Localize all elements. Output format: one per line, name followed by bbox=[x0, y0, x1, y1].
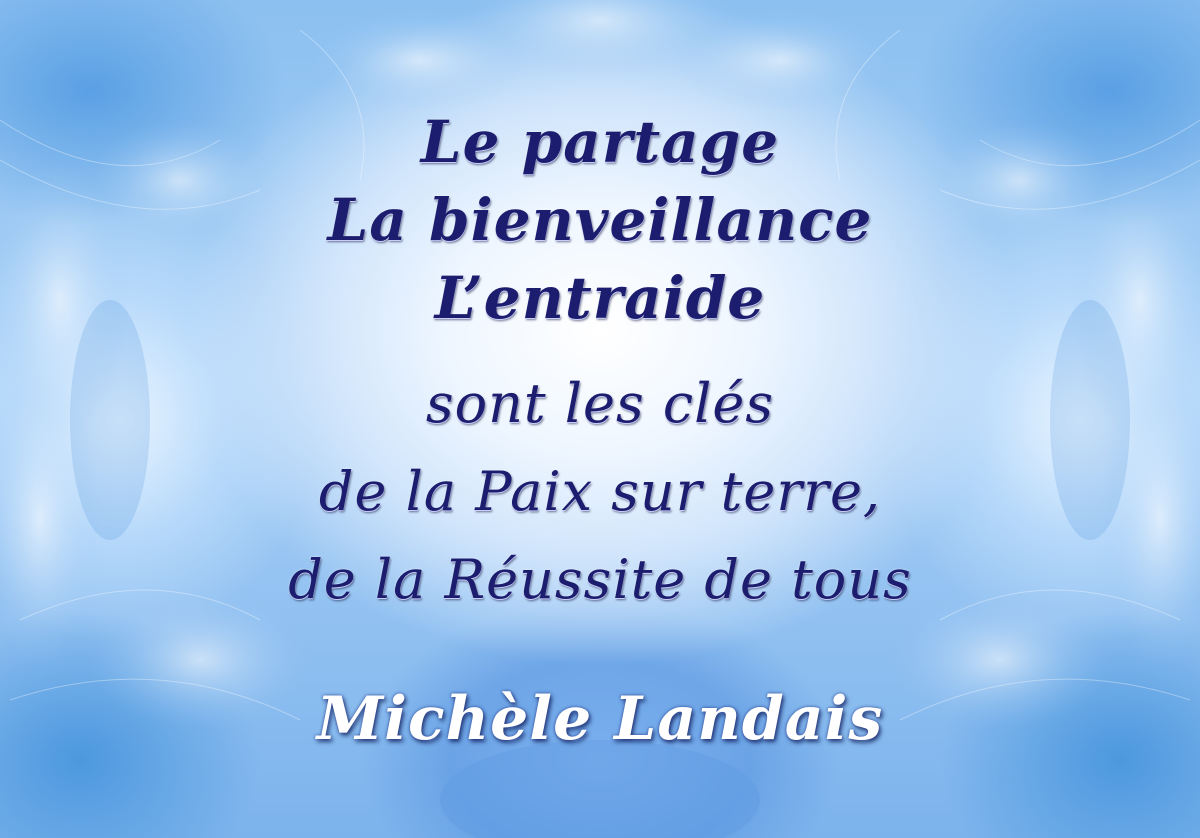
quote-line-1: Le partage bbox=[420, 108, 780, 176]
quote-line-4: sont les clés bbox=[425, 372, 775, 435]
quote-card: Le partage La bienveillance L’entraide s… bbox=[0, 0, 1200, 838]
quote-line-3: L’entraide bbox=[434, 264, 766, 332]
quote-author: Michèle Landais bbox=[316, 684, 884, 754]
quote-line-2: La bienveillance bbox=[327, 186, 873, 254]
quote-line-6: de la Réussite de tous bbox=[288, 548, 912, 611]
quote-line-5: de la Paix sur terre, bbox=[318, 460, 882, 523]
